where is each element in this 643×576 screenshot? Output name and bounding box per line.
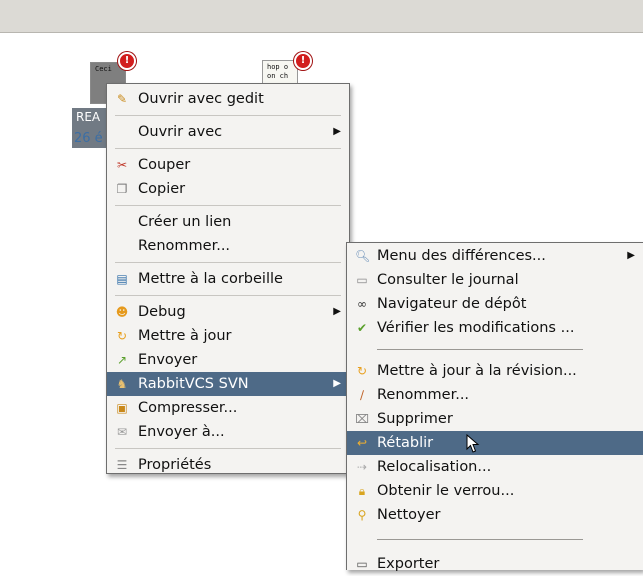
submenu-item-relocate[interactable]: ⇢ Relocalisation... bbox=[347, 455, 643, 479]
broom-icon: ⚲ bbox=[357, 508, 367, 522]
context-menu: ✎ Ouvrir avec gedit Ouvrir avec ▶ ✂ Coup… bbox=[106, 83, 350, 474]
menu-separator bbox=[115, 295, 341, 296]
revert-icon: ↩ bbox=[356, 436, 368, 450]
rename-icon: ∕ bbox=[359, 388, 365, 402]
menu-item-debug[interactable]: ☻ Debug ▶ bbox=[107, 300, 349, 324]
send-to-icon: ✉ bbox=[116, 425, 128, 439]
top-panel bbox=[0, 0, 643, 33]
lock-icon: 🔒︎ bbox=[358, 484, 366, 498]
rabbitvcs-submenu: 🔍︎ Menu des différences... ▶ ▭ Consulter… bbox=[346, 242, 643, 572]
submenu-item-export[interactable]: ▭ Exporter bbox=[347, 552, 643, 576]
menu-item-open-with[interactable]: Ouvrir avec ▶ bbox=[107, 120, 349, 144]
file-caption-date: 26 é bbox=[74, 131, 103, 146]
menu-item-copy[interactable]: ❐ Copier bbox=[107, 177, 349, 201]
trash-icon: ▤ bbox=[116, 272, 128, 286]
relocate-icon: ⇢ bbox=[356, 460, 368, 474]
file-preview-text: Ceci bbox=[95, 65, 112, 73]
menu-item-rabbitvcs-svn[interactable]: ♞ RabbitVCS SVN ▶ bbox=[107, 372, 349, 396]
warning-emblem-icon: ! bbox=[294, 52, 312, 70]
warning-emblem-icon: ! bbox=[118, 52, 136, 70]
menu-separator bbox=[115, 205, 341, 206]
menu-item-commit[interactable]: ↗ Envoyer bbox=[107, 348, 349, 372]
export-icon: ▭ bbox=[356, 557, 368, 571]
properties-icon: ☰ bbox=[116, 458, 128, 472]
gedit-icon: ✎ bbox=[116, 92, 128, 106]
submenu-arrow-icon: ▶ bbox=[333, 126, 341, 137]
mouse-pointer-icon bbox=[466, 434, 480, 453]
menu-item-compress[interactable]: ▣ Compresser... bbox=[107, 396, 349, 420]
binoculars-icon: ∞ bbox=[357, 297, 367, 311]
submenu-item-diff-menu[interactable]: 🔍︎ Menu des différences... ▶ bbox=[347, 244, 643, 268]
menu-item-rename[interactable]: Renommer... bbox=[107, 234, 349, 258]
file-preview-text: on ch bbox=[267, 72, 289, 80]
menu-item-open-with-gedit[interactable]: ✎ Ouvrir avec gedit bbox=[107, 87, 349, 111]
submenu-arrow-icon: ▶ bbox=[627, 250, 635, 261]
submenu-item-rename[interactable]: ∕ Renommer... bbox=[347, 383, 643, 407]
scissors-icon: ✂ bbox=[116, 158, 128, 172]
menu-separator bbox=[377, 539, 583, 540]
submenu-arrow-icon: ▶ bbox=[333, 306, 341, 317]
submenu-item-get-lock[interactable]: 🔒︎ Obtenir le verrou... bbox=[347, 479, 643, 503]
menu-separator bbox=[377, 349, 583, 350]
menu-item-properties[interactable]: ☰ Propriétés bbox=[107, 453, 349, 477]
update-icon: ↻ bbox=[116, 329, 128, 343]
submenu-arrow-icon: ▶ bbox=[333, 378, 341, 389]
debug-icon: ☻ bbox=[115, 305, 129, 319]
submenu-item-view-log[interactable]: ▭ Consulter le journal bbox=[347, 268, 643, 292]
archive-icon: ▣ bbox=[116, 401, 128, 415]
copy-icon: ❐ bbox=[116, 182, 128, 196]
update-revision-icon: ↻ bbox=[356, 364, 368, 378]
submenu-item-update-to-revision[interactable]: ↻ Mettre à jour à la révision... bbox=[347, 359, 643, 383]
menu-separator bbox=[115, 115, 341, 116]
check-icon: ✔ bbox=[356, 321, 368, 335]
submenu-item-check-modifications[interactable]: ✔ Vérifier les modifications ... bbox=[347, 316, 643, 340]
menu-item-cut[interactable]: ✂ Couper bbox=[107, 153, 349, 177]
submenu-item-cleanup[interactable]: ⚲ Nettoyer bbox=[347, 503, 643, 527]
submenu-item-revert[interactable]: ↩ Rétablir bbox=[347, 431, 643, 455]
diff-icon: 🔍︎ bbox=[355, 249, 371, 263]
commit-icon: ↗ bbox=[116, 353, 128, 367]
menu-item-send-to[interactable]: ✉ Envoyer à... bbox=[107, 420, 349, 444]
menu-item-move-to-trash[interactable]: ▤ Mettre à la corbeille bbox=[107, 267, 349, 291]
menu-separator bbox=[115, 148, 341, 149]
rabbit-icon: ♞ bbox=[116, 377, 128, 391]
menu-separator bbox=[115, 262, 341, 263]
submenu-item-delete[interactable]: ⌧ Supprimer bbox=[347, 407, 643, 431]
menu-item-create-link[interactable]: Créer un lien bbox=[107, 210, 349, 234]
log-icon: ▭ bbox=[356, 273, 368, 287]
menu-item-update[interactable]: ↻ Mettre à jour bbox=[107, 324, 349, 348]
delete-icon: ⌧ bbox=[355, 412, 369, 426]
submenu-item-repo-browser[interactable]: ∞ Navigateur de dépôt bbox=[347, 292, 643, 316]
file-preview-text: hop o bbox=[267, 63, 289, 71]
menu-separator bbox=[115, 448, 341, 449]
